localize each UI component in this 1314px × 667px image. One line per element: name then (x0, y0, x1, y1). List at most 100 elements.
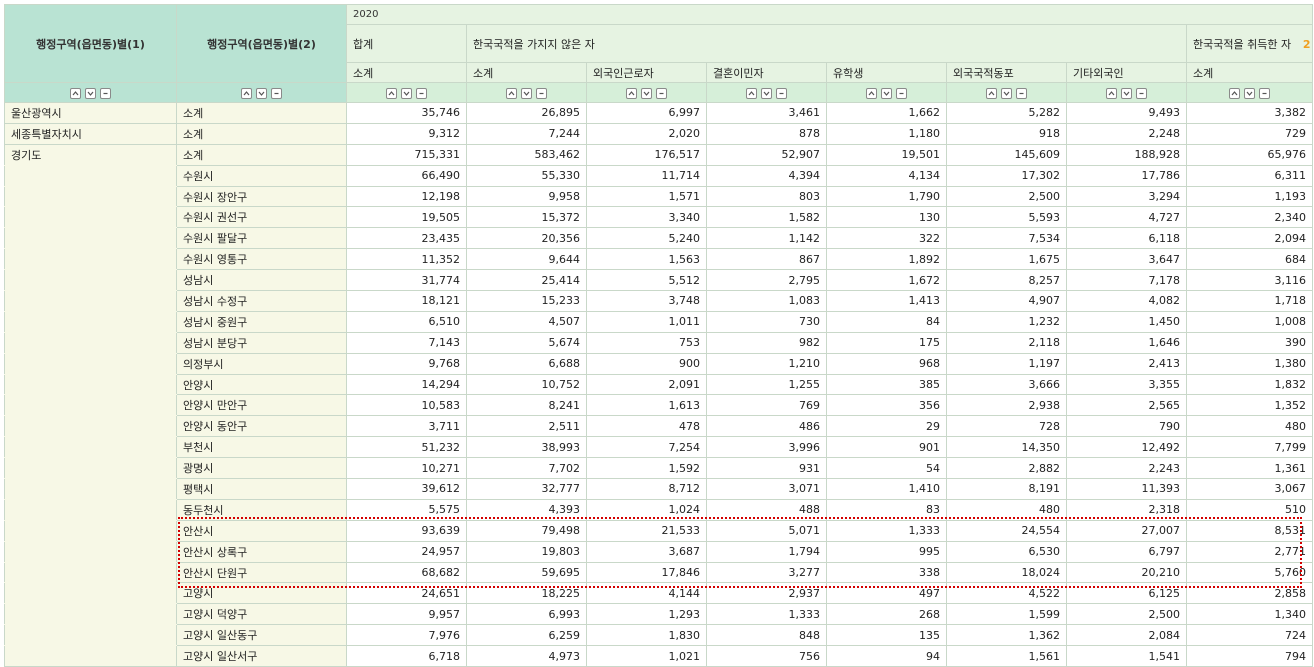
sort-descending-icon[interactable] (256, 87, 267, 99)
region-level1-cell (4, 436, 177, 459)
region-level2-cell: 성남시 (176, 269, 347, 292)
collapse-icon[interactable] (656, 87, 667, 99)
collapse-icon[interactable] (1259, 87, 1270, 99)
region-level2-cell: 수원시 팔달구 (176, 227, 347, 250)
table-row: 동두천시 5,575 4,393 1,024 488 83 480 2,318 510 (4, 498, 1313, 521)
value-cell: 6,530 (946, 540, 1067, 563)
sort-ascending-icon[interactable] (626, 87, 637, 99)
sort-descending-icon[interactable] (85, 87, 96, 99)
value-cell: 24,651 (346, 582, 467, 605)
region-level2-cell: 수원시 (176, 164, 347, 187)
sort-descending-icon[interactable] (881, 87, 892, 99)
value-cell: 11,393 (1066, 478, 1187, 500)
row-header-1[interactable]: 행정구역(읍면동)별(1) (4, 4, 177, 83)
value-cell: 145,609 (946, 143, 1067, 166)
value-cell: 1,083 (706, 290, 827, 312)
value-cell: 5,512 (586, 269, 707, 292)
region-level1-cell (4, 478, 177, 500)
value-cell: 6,718 (346, 645, 467, 667)
value-cell: 31,774 (346, 269, 467, 292)
collapse-icon[interactable] (896, 87, 907, 99)
value-cell: 3,294 (1066, 185, 1187, 208)
value-cell: 6,125 (1066, 582, 1187, 605)
sub-header-5: 외국국적동포 (946, 62, 1067, 83)
sort-ascending-icon[interactable] (386, 87, 397, 99)
value-cell: 356 (826, 394, 947, 417)
value-cell: 1,599 (946, 603, 1067, 626)
region-level2-cell: 안산시 상록구 (176, 540, 347, 563)
value-cell: 12,492 (1066, 436, 1187, 459)
region-level2-cell: 안산시 (176, 519, 347, 542)
sort-ascending-icon[interactable] (241, 87, 252, 99)
value-cell: 1,790 (826, 185, 947, 208)
value-cell: 9,493 (1066, 102, 1187, 124)
value-cell: 18,121 (346, 290, 467, 312)
collapse-icon[interactable] (271, 87, 282, 99)
collapse-icon[interactable] (1136, 87, 1147, 99)
region-level1-cell (4, 457, 177, 480)
value-cell: 19,501 (826, 143, 947, 166)
value-cell: 1,832 (1186, 373, 1313, 396)
value-cell: 15,233 (466, 290, 587, 312)
value-cell: 9,958 (466, 185, 587, 208)
column-controls-4 (586, 82, 707, 103)
value-cell: 188,928 (1066, 143, 1187, 166)
value-cell: 2,118 (946, 331, 1067, 354)
table-row: 경기도 소계 715,331 583,462 176,517 52,907 19,501 14… (4, 143, 1313, 166)
sort-ascending-icon[interactable] (506, 87, 517, 99)
sort-descending-icon[interactable] (1121, 87, 1132, 99)
table-row: 안양시 14,294 10,752 2,091 1,255 385 3,666 3,355 1,… (4, 373, 1313, 396)
region-level2-cell: 소계 (176, 102, 347, 124)
value-cell: 52,907 (706, 143, 827, 166)
value-cell: 65,976 (1186, 143, 1313, 166)
column-controls-6 (826, 82, 947, 103)
region-level2-cell: 평택시 (176, 478, 347, 500)
sort-ascending-icon[interactable] (1229, 87, 1240, 99)
sort-descending-icon[interactable] (641, 87, 652, 99)
value-cell: 488 (706, 498, 827, 521)
value-cell: 968 (826, 352, 947, 375)
group-total-header: 합계 (346, 24, 467, 63)
sort-ascending-icon[interactable] (866, 87, 877, 99)
value-cell: 390 (1186, 331, 1313, 354)
value-cell: 1,675 (946, 248, 1067, 271)
sort-ascending-icon[interactable] (70, 87, 81, 99)
region-level1-cell (4, 310, 177, 333)
value-cell: 931 (706, 457, 827, 480)
region-level2-cell: 의정부시 (176, 352, 347, 375)
sort-descending-icon[interactable] (1244, 87, 1255, 99)
region-level1-cell: 경기도 (4, 143, 177, 166)
collapse-icon[interactable] (416, 87, 427, 99)
value-cell: 2,882 (946, 457, 1067, 480)
sort-descending-icon[interactable] (521, 87, 532, 99)
sort-descending-icon[interactable] (1001, 87, 1012, 99)
value-cell: 878 (706, 122, 827, 145)
column-controls-8 (1066, 82, 1187, 103)
collapse-icon[interactable] (536, 87, 547, 99)
value-cell: 4,907 (946, 290, 1067, 312)
value-cell: 901 (826, 436, 947, 459)
sort-ascending-icon[interactable] (1106, 87, 1117, 99)
value-cell: 729 (1186, 122, 1313, 145)
value-cell: 19,803 (466, 540, 587, 563)
collapse-icon[interactable] (100, 87, 111, 99)
row-header-2[interactable]: 행정구역(읍면동)별(2) (176, 4, 347, 83)
table-row: 수원시 권선구 19,505 15,372 3,340 1,582 130 5,593 4,7… (4, 206, 1313, 229)
sort-ascending-icon[interactable] (746, 87, 757, 99)
value-cell: 583,462 (466, 143, 587, 166)
value-cell: 2,084 (1066, 624, 1187, 647)
value-cell: 684 (1186, 248, 1313, 271)
sort-descending-icon[interactable] (761, 87, 772, 99)
value-cell: 94 (826, 645, 947, 667)
sort-descending-icon[interactable] (401, 87, 412, 99)
value-cell: 4,727 (1066, 206, 1187, 229)
value-cell: 1,011 (586, 310, 707, 333)
collapse-icon[interactable] (1016, 87, 1027, 99)
value-cell: 8,712 (586, 478, 707, 500)
value-cell: 385 (826, 373, 947, 396)
collapse-icon[interactable] (776, 87, 787, 99)
value-cell: 1,582 (706, 206, 827, 229)
region-level1-cell (4, 519, 177, 542)
sort-ascending-icon[interactable] (986, 87, 997, 99)
value-cell: 3,067 (1186, 478, 1313, 500)
